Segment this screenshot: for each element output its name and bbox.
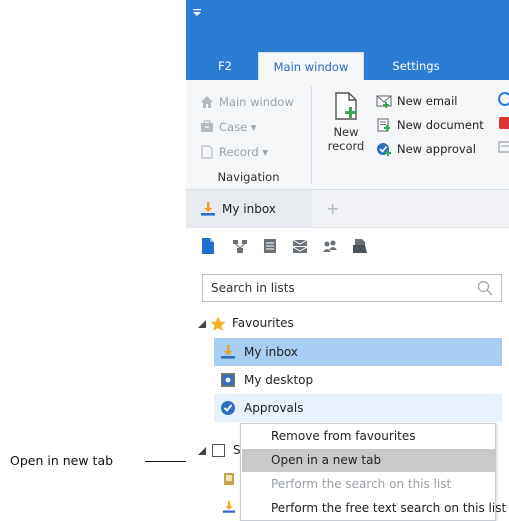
tab-f2[interactable]: F2 — [200, 52, 250, 80]
email-icon — [376, 95, 392, 108]
collapse-triangle-icon[interactable] — [198, 447, 206, 455]
nav-case-label: Case ▾ — [219, 120, 257, 134]
new-record-icon — [335, 92, 357, 120]
app-window: F2 Main window Settings Main window Case… — [186, 0, 509, 521]
tab-my-inbox[interactable]: My inbox — [186, 190, 312, 228]
approval-icon — [377, 143, 391, 156]
star-icon — [210, 316, 226, 331]
new-approval-label: New approval — [397, 142, 476, 156]
search-box — [202, 274, 502, 302]
mail-stack-icon[interactable] — [292, 238, 308, 254]
hidden-inbox-icon — [222, 500, 236, 513]
nav-main-window[interactable]: Main window — [200, 93, 294, 111]
document-tab-strip: My inbox + — [186, 190, 509, 228]
menu-item-remove-from-favourites[interactable]: Remove from favourites — [242, 425, 496, 448]
new-email-button[interactable]: New email — [376, 92, 457, 110]
title-bar — [186, 0, 509, 52]
ribbon-separator — [311, 86, 312, 184]
tree-item-my-desktop-label: My desktop — [244, 373, 314, 387]
home-icon — [201, 96, 213, 108]
favourites-node[interactable]: Favourites — [186, 310, 509, 338]
ribbon-tabs: F2 Main window Settings — [186, 52, 509, 80]
nav-record-label: Record ▾ — [219, 145, 269, 159]
menu-item-perform-free-text-search[interactable]: Perform the free text search on this lis… — [242, 497, 506, 520]
new-approval-button[interactable]: New approval — [376, 140, 476, 158]
tree-item-approvals-label: Approvals — [244, 401, 304, 415]
menu-item-open-in-new-tab[interactable]: Open in a new tab — [242, 449, 496, 472]
inbox-icon — [201, 202, 215, 216]
new-document-label: New document — [397, 118, 484, 132]
navigation-group-label: Navigation — [217, 170, 280, 184]
tab-settings[interactable]: Settings — [376, 52, 456, 80]
tree-item-approvals[interactable]: Approvals — [214, 394, 502, 422]
quick-access-dropdown-icon[interactable] — [192, 9, 202, 17]
collapse-triangle-icon[interactable] — [198, 320, 206, 328]
folder-document-icon[interactable] — [352, 238, 368, 254]
tree-item-my-inbox-label: My inbox — [244, 345, 298, 359]
nav-case[interactable]: Case ▾ — [200, 118, 257, 136]
context-menu: Remove from favourites Open in a new tab… — [240, 423, 506, 521]
tree-item-my-inbox[interactable]: My inbox — [214, 338, 502, 366]
list-icon[interactable] — [262, 238, 278, 254]
ribbon: Main window Case ▾ Record ▾ Navigation N… — [186, 80, 509, 190]
group-box-icon — [212, 444, 225, 457]
new-document-button[interactable]: New document — [376, 116, 484, 134]
tree-item-my-desktop[interactable]: My desktop — [214, 366, 502, 394]
new-record-label-1: New — [333, 125, 359, 139]
hidden-item-icon — [224, 473, 234, 485]
clipped-grey-icon — [498, 141, 509, 153]
desktop-icon — [221, 373, 235, 387]
new-record-label-2: record — [327, 139, 365, 153]
clipped-blue-icon — [498, 92, 509, 106]
search-input[interactable] — [203, 275, 463, 301]
new-email-label: New email — [397, 94, 458, 108]
case-icon — [201, 120, 213, 132]
tab-my-inbox-label: My inbox — [222, 202, 276, 216]
clipped-red-icon — [499, 117, 509, 129]
tab-main-window[interactable]: Main window — [258, 52, 364, 80]
nav-record[interactable]: Record ▾ — [200, 143, 268, 161]
inbox-icon — [221, 345, 235, 359]
document-icon — [377, 118, 390, 132]
add-tab-button[interactable]: + — [326, 201, 339, 217]
search-icon[interactable] — [477, 280, 493, 296]
hierarchy-icon[interactable] — [232, 238, 248, 254]
menu-item-perform-search: Perform the search on this list — [271, 477, 452, 491]
list-toolbar — [186, 228, 509, 264]
nav-main-window-label: Main window — [219, 95, 294, 109]
favourites-label: Favourites — [232, 316, 294, 330]
users-icon[interactable] — [322, 238, 338, 254]
new-record-button[interactable]: New record — [326, 92, 366, 153]
callout-label: Open in new tab — [10, 453, 114, 468]
approval-check-icon — [221, 401, 235, 415]
document-list-icon[interactable] — [200, 238, 216, 254]
record-icon — [201, 145, 213, 159]
